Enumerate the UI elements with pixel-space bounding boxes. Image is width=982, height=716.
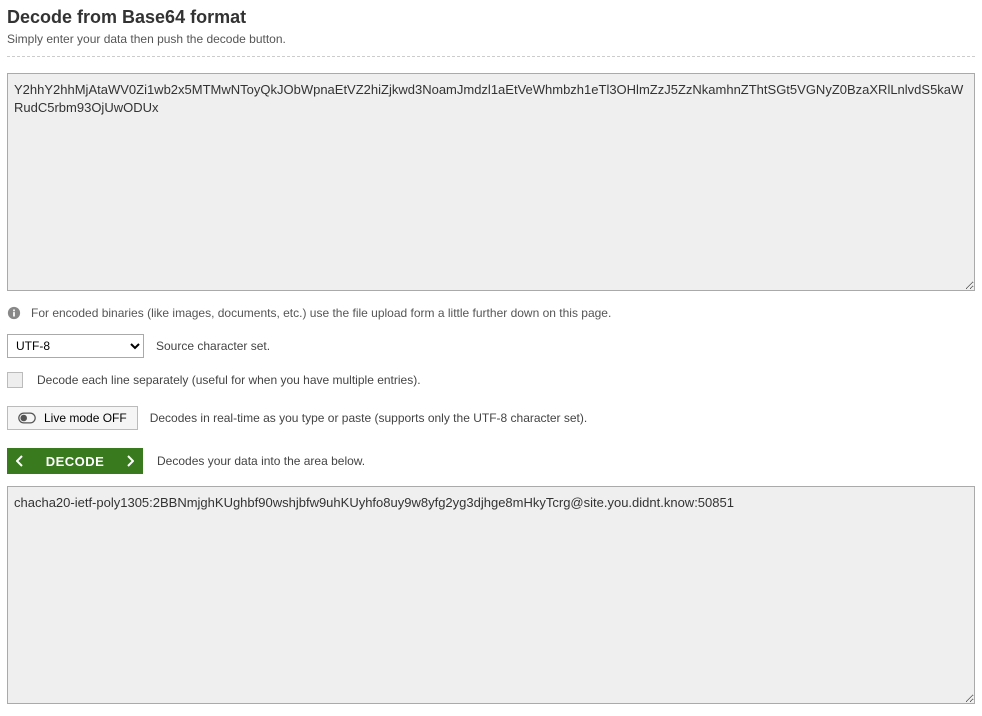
live-mode-row: Live mode OFF Decodes in real-time as yo…	[7, 406, 975, 430]
divider	[7, 56, 975, 57]
live-mode-toggle[interactable]: Live mode OFF	[7, 406, 138, 430]
live-mode-description: Decodes in real-time as you type or past…	[150, 411, 588, 425]
output-textarea[interactable]	[7, 486, 975, 704]
chevron-left-icon	[7, 448, 33, 474]
live-mode-label: Live mode OFF	[44, 411, 127, 425]
page-subtitle: Simply enter your data then push the dec…	[7, 32, 975, 46]
info-text: For encoded binaries (like images, docum…	[31, 306, 611, 320]
charset-label: Source character set.	[156, 339, 270, 353]
page-title: Decode from Base64 format	[7, 7, 975, 28]
chevron-right-icon	[117, 448, 143, 474]
input-textarea[interactable]	[7, 73, 975, 291]
toggle-off-icon	[18, 411, 36, 425]
line-separate-checkbox[interactable]	[7, 372, 23, 388]
charset-row: UTF-8 Source character set.	[7, 334, 975, 358]
line-separate-row: Decode each line separately (useful for …	[7, 372, 975, 388]
decode-row: DECODE Decodes your data into the area b…	[7, 448, 975, 474]
decode-button-label: DECODE	[33, 454, 117, 469]
info-icon	[7, 306, 21, 320]
decode-description: Decodes your data into the area below.	[157, 454, 365, 468]
line-separate-label: Decode each line separately (useful for …	[37, 373, 421, 387]
charset-select[interactable]: UTF-8	[7, 334, 144, 358]
decode-button[interactable]: DECODE	[7, 448, 143, 474]
info-row: For encoded binaries (like images, docum…	[7, 306, 975, 320]
